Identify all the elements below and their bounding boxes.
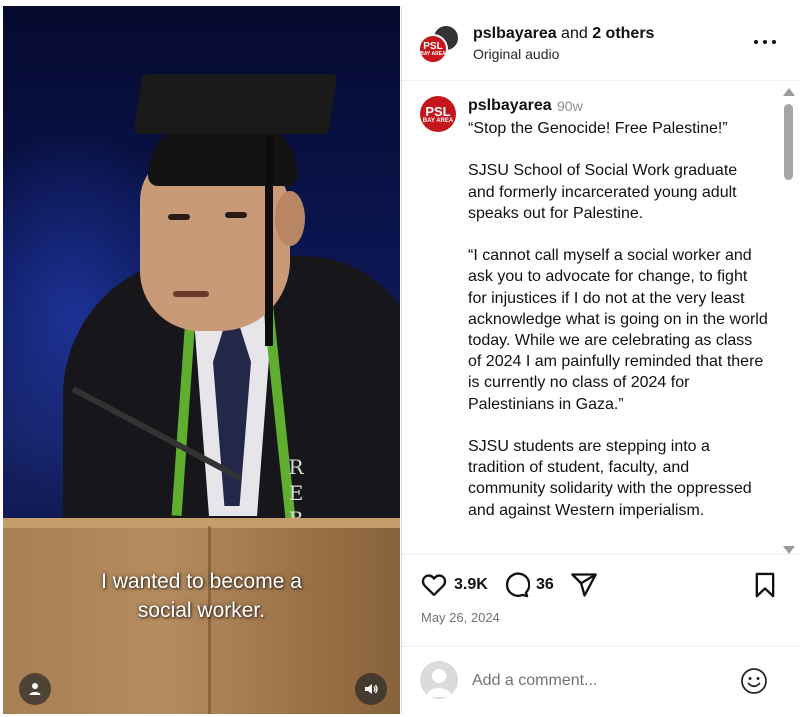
caption-paragraph: “I cannot call myself a social worker an…: [468, 247, 768, 413]
caption-author-avatar[interactable]: PSL BAY AREA: [420, 96, 456, 132]
viewer-avatar[interactable]: [420, 661, 458, 699]
audio-toggle-button[interactable]: [355, 673, 387, 705]
reel-video[interactable]: R E B I wanted to become a social worker…: [3, 6, 400, 714]
mouth: [173, 291, 209, 297]
share-button[interactable]: [570, 571, 598, 599]
caption-line: social worker.: [137, 599, 266, 622]
header-username[interactable]: pslbayarea: [473, 25, 557, 42]
volume-icon: [365, 684, 378, 694]
scroll-up-arrow[interactable]: [783, 88, 795, 96]
author-avatar[interactable]: PSL BAY AREA: [418, 34, 448, 64]
action-bar: 3.9K 36: [402, 554, 798, 612]
scroll-down-arrow[interactable]: [783, 546, 795, 554]
video-caption: I wanted to become a social worker.: [3, 567, 400, 625]
more-icon: [763, 40, 767, 44]
robe-letter: R: [288, 455, 304, 479]
more-icon: [754, 40, 758, 44]
comment-icon: [505, 572, 530, 598]
like-count[interactable]: 3.9K: [454, 576, 488, 594]
more-icon: [772, 40, 776, 44]
caption-text: “Stop the Genocide! Free Palestine!” SJS…: [468, 118, 768, 542]
header-and: and: [556, 25, 593, 42]
emoji-icon[interactable]: [739, 666, 769, 696]
caption-paragraph: “Stop the Genocide! Free Palestine!”: [468, 120, 728, 137]
heart-icon: [421, 574, 447, 597]
caption-username[interactable]: pslbayarea: [468, 97, 552, 115]
eye-left: [168, 214, 190, 220]
post-panel: PSL BAY AREA pslbayarea and 2 others Ori…: [401, 6, 798, 714]
avatar-logo-text: PSL: [423, 40, 443, 52]
scroll-thumb[interactable]: [784, 104, 793, 180]
default-user-icon: [426, 669, 452, 697]
caption-paragraph: SJSU School of Social Work graduate and …: [468, 162, 738, 222]
avatar-logo-subtext: BAY AREA: [420, 50, 446, 57]
share-icon: [571, 573, 597, 597]
avatar-logo-subtext: BAY AREA: [422, 117, 454, 124]
caption-scrollbar[interactable]: [782, 88, 795, 554]
like-button[interactable]: 3.9K: [420, 571, 488, 599]
comment-count[interactable]: 36: [536, 576, 554, 594]
tagged-users-button[interactable]: [19, 673, 51, 705]
post-date[interactable]: May 26, 2024: [421, 610, 500, 625]
comment-button[interactable]: 36: [502, 571, 554, 599]
header-authors: pslbayarea and 2 others: [473, 24, 654, 44]
tassel: [265, 136, 273, 346]
comment-input[interactable]: [472, 669, 722, 693]
bookmark-icon: [755, 572, 775, 598]
caption-line: I wanted to become a: [101, 570, 302, 593]
comment-bar: [402, 646, 798, 714]
more-options-button[interactable]: [754, 34, 776, 50]
avatar-logo-text: PSL: [425, 103, 451, 119]
user-icon: [29, 683, 41, 695]
header-others[interactable]: 2 others: [592, 25, 654, 42]
caption-paragraph: SJSU students are stepping into a tradit…: [468, 438, 752, 519]
mortarboard-cap: [133, 74, 338, 134]
robe-letter: E: [288, 481, 304, 505]
save-button[interactable]: [751, 571, 779, 599]
post-timestamp[interactable]: 90w: [557, 98, 583, 114]
podium-edge: [3, 518, 400, 528]
eye-right: [225, 212, 247, 218]
post-header: PSL BAY AREA pslbayarea and 2 others Ori…: [402, 6, 798, 81]
ear: [275, 191, 305, 246]
original-audio-link[interactable]: Original audio: [473, 46, 559, 62]
post-caption-area: PSL BAY AREA pslbayarea 90w “Stop the Ge…: [402, 82, 798, 552]
